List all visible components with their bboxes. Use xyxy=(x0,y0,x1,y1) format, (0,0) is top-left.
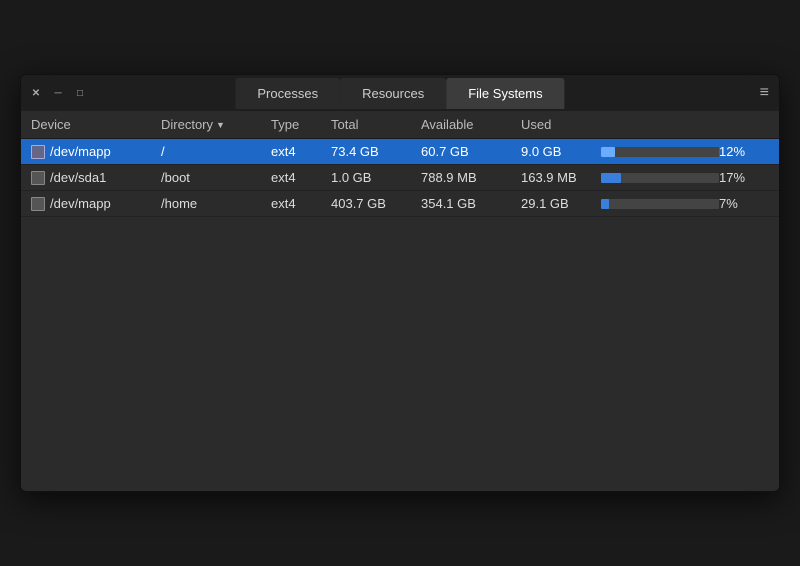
device-icon xyxy=(31,171,45,185)
tab-processes[interactable]: Processes xyxy=(235,78,340,109)
cell-progress xyxy=(601,173,719,183)
progress-bar xyxy=(601,147,615,157)
content-area: Device Directory ▼ Type Total Available … xyxy=(21,111,779,491)
menu-icon[interactable]: ≡ xyxy=(760,84,769,102)
progress-bar-container xyxy=(601,147,719,157)
sort-arrow-icon: ▼ xyxy=(216,120,225,130)
table-row[interactable]: /dev/mapp /home ext4 403.7 GB 354.1 GB 2… xyxy=(21,191,779,217)
col-header-total[interactable]: Total xyxy=(331,117,421,132)
col-header-directory[interactable]: Directory ▼ xyxy=(161,117,271,132)
close-button[interactable]: ✕ xyxy=(29,86,43,100)
cell-directory: /home xyxy=(161,196,271,211)
cell-total: 73.4 GB xyxy=(331,144,421,159)
cell-type: ext4 xyxy=(271,144,331,159)
col-header-used[interactable]: Used xyxy=(521,117,601,132)
tab-bar: Processes Resources File Systems xyxy=(235,78,564,109)
progress-bar xyxy=(601,199,609,209)
progress-bar xyxy=(601,173,621,183)
titlebar: ✕ ─ □ Processes Resources File Systems ≡ xyxy=(21,75,779,111)
main-window: ✕ ─ □ Processes Resources File Systems ≡… xyxy=(20,74,780,492)
cell-available: 354.1 GB xyxy=(421,196,521,211)
cell-directory: /boot xyxy=(161,170,271,185)
cell-type: ext4 xyxy=(271,170,331,185)
table-row[interactable]: /dev/sda1 /boot ext4 1.0 GB 788.9 MB 163… xyxy=(21,165,779,191)
device-icon xyxy=(31,197,45,211)
table-row[interactable]: /dev/mapp / ext4 73.4 GB 60.7 GB 9.0 GB … xyxy=(21,139,779,165)
cell-available: 60.7 GB xyxy=(421,144,521,159)
cell-percent: 17% xyxy=(719,170,769,185)
tab-resources[interactable]: Resources xyxy=(340,78,446,109)
table-header: Device Directory ▼ Type Total Available … xyxy=(21,111,779,139)
table-body: /dev/mapp / ext4 73.4 GB 60.7 GB 9.0 GB … xyxy=(21,139,779,217)
cell-total: 403.7 GB xyxy=(331,196,421,211)
cell-directory: / xyxy=(161,144,271,159)
cell-total: 1.0 GB xyxy=(331,170,421,185)
col-header-device[interactable]: Device xyxy=(31,117,161,132)
tab-file-systems[interactable]: File Systems xyxy=(446,78,564,109)
progress-bar-container xyxy=(601,173,719,183)
minimize-button[interactable]: ─ xyxy=(51,86,65,100)
cell-device: /dev/mapp xyxy=(31,196,161,211)
maximize-button[interactable]: □ xyxy=(73,86,87,100)
cell-progress xyxy=(601,147,719,157)
cell-device: /dev/mapp xyxy=(31,144,161,159)
col-header-type[interactable]: Type xyxy=(271,117,331,132)
cell-percent: 7% xyxy=(719,196,769,211)
cell-type: ext4 xyxy=(271,196,331,211)
cell-device: /dev/sda1 xyxy=(31,170,161,185)
cell-progress xyxy=(601,199,719,209)
cell-used: 163.9 MB xyxy=(521,170,601,185)
cell-used: 29.1 GB xyxy=(521,196,601,211)
window-controls: ✕ ─ □ xyxy=(29,86,87,100)
progress-bar-container xyxy=(601,199,719,209)
cell-available: 788.9 MB xyxy=(421,170,521,185)
cell-percent: 12% xyxy=(719,144,769,159)
col-header-available[interactable]: Available xyxy=(421,117,521,132)
device-icon xyxy=(31,145,45,159)
file-systems-table: Device Directory ▼ Type Total Available … xyxy=(21,111,779,217)
cell-used: 9.0 GB xyxy=(521,144,601,159)
